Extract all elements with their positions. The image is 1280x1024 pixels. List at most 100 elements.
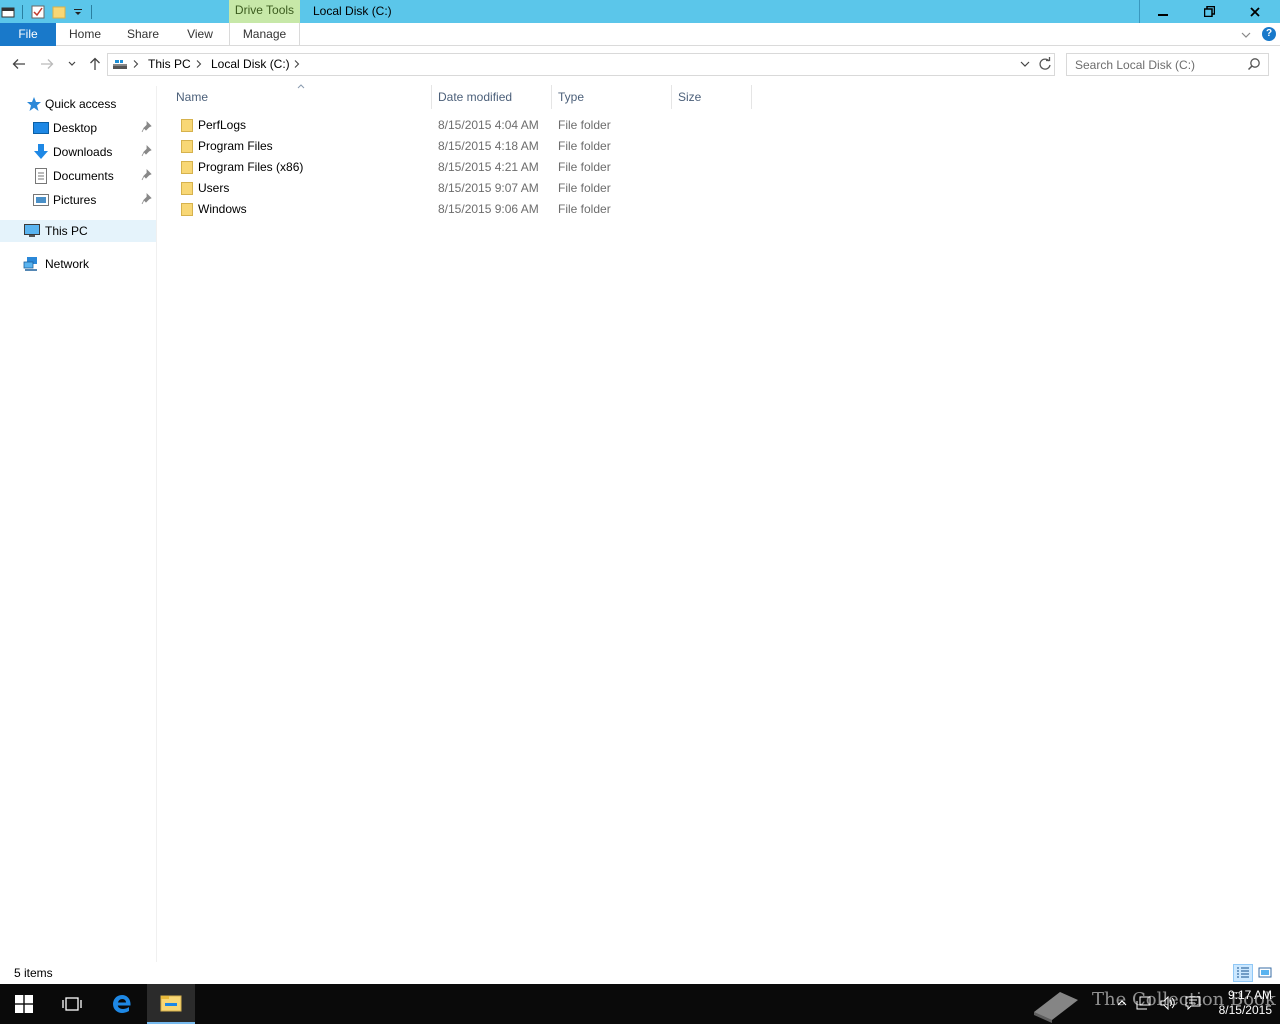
refresh-icon[interactable] xyxy=(1038,57,1052,71)
show-hidden-icons-icon[interactable] xyxy=(1116,998,1128,1008)
file-name: PerfLogs xyxy=(198,118,247,132)
up-arrow-icon xyxy=(90,57,100,70)
up-button[interactable] xyxy=(86,55,104,73)
column-header-date-modified[interactable]: Date modified xyxy=(432,85,552,109)
windows-start-icon xyxy=(15,995,33,1013)
file-explorer-taskbar-button[interactable] xyxy=(147,984,195,1024)
explorer-icon[interactable] xyxy=(0,0,16,23)
file-date: 8/15/2015 4:21 AM xyxy=(438,160,539,174)
forward-arrow-icon xyxy=(41,59,54,69)
tab-file[interactable]: File xyxy=(0,23,56,46)
task-view-button[interactable] xyxy=(48,984,96,1024)
tab-home[interactable]: Home xyxy=(60,23,110,46)
file-row[interactable]: Program Files 8/15/2015 4:18 AM File fol… xyxy=(170,136,752,157)
close-icon xyxy=(1250,6,1260,17)
folder-icon xyxy=(181,140,193,153)
file-row[interactable]: Program Files (x86) 8/15/2015 4:21 AM Fi… xyxy=(170,157,752,178)
desktop-icon xyxy=(33,122,49,134)
restore-button[interactable] xyxy=(1186,0,1232,23)
navigation-pane: Quick access Desktop Downloads Documents… xyxy=(0,86,157,962)
clock-time: 9:17 AM xyxy=(1227,988,1272,1002)
item-count: 5 items xyxy=(14,966,53,980)
tab-manage[interactable]: Manage xyxy=(229,23,300,46)
column-header-label: Size xyxy=(678,90,702,104)
pin-icon[interactable] xyxy=(141,121,153,133)
breadcrumb-local-disk[interactable]: Local Disk (C:) xyxy=(211,54,290,75)
network-tray-icon[interactable] xyxy=(1136,996,1152,1010)
nav-item-label: Quick access xyxy=(45,97,117,111)
column-header-size[interactable]: Size xyxy=(672,85,752,109)
folder-icon xyxy=(181,182,193,195)
chevron-right-icon[interactable] xyxy=(293,59,301,69)
back-button[interactable] xyxy=(10,55,28,73)
tab-share[interactable]: Share xyxy=(118,23,168,46)
file-type: File folder xyxy=(558,202,611,216)
column-header-type[interactable]: Type xyxy=(552,85,672,109)
nav-item-quick-access[interactable]: Quick access xyxy=(0,93,156,115)
large-icons-view-button[interactable] xyxy=(1255,964,1275,982)
minimize-icon xyxy=(1158,13,1168,16)
help-icon[interactable]: ? xyxy=(1262,27,1276,41)
pictures-icon xyxy=(33,194,49,206)
properties-icon[interactable] xyxy=(29,0,47,23)
action-center-icon[interactable] xyxy=(1185,996,1201,1010)
file-name: Program Files xyxy=(198,139,273,153)
file-row[interactable]: Users 8/15/2015 9:07 AM File folder xyxy=(170,178,752,199)
chevron-down-icon xyxy=(1241,32,1251,38)
expand-ribbon-button[interactable] xyxy=(1240,29,1252,43)
nav-item-this-pc[interactable]: This PC xyxy=(0,220,156,242)
file-type: File folder xyxy=(558,160,611,174)
drive-icon xyxy=(113,60,127,69)
clock-date: 8/15/2015 xyxy=(1218,1003,1272,1017)
start-button[interactable] xyxy=(0,984,48,1024)
star-icon xyxy=(27,97,41,111)
address-history-dropdown-icon[interactable] xyxy=(1019,59,1031,69)
documents-icon xyxy=(35,168,47,184)
nav-item-documents[interactable]: Documents xyxy=(0,165,156,187)
volume-icon[interactable] xyxy=(1160,996,1176,1010)
nav-item-downloads[interactable]: Downloads xyxy=(0,141,156,163)
taskbar: The Collection Book 9:17 AM 8/15/2015 xyxy=(0,984,1280,1024)
address-bar[interactable]: This PC Local Disk (C:) xyxy=(107,53,1055,76)
nav-item-label: Desktop xyxy=(53,121,98,135)
pin-icon[interactable] xyxy=(141,145,153,157)
window-title: Local Disk (C:) xyxy=(313,4,392,18)
task-view-icon xyxy=(62,997,82,1011)
taskbar-clock[interactable]: 9:17 AM 8/15/2015 xyxy=(1206,988,1272,1018)
breadcrumb-this-pc[interactable]: This PC xyxy=(148,54,191,75)
recent-locations-button[interactable] xyxy=(63,55,81,73)
nav-item-label: Downloads xyxy=(53,145,113,159)
download-arrow-icon xyxy=(34,144,48,159)
pin-icon[interactable] xyxy=(141,193,153,205)
search-icon[interactable] xyxy=(1247,57,1261,71)
minimize-button[interactable] xyxy=(1140,0,1186,23)
folder-icon xyxy=(181,119,193,132)
nav-item-pictures[interactable]: Pictures xyxy=(0,189,156,211)
file-explorer-icon xyxy=(160,995,182,1012)
title-bar: Drive Tools Local Disk (C:) xyxy=(0,0,1280,23)
nav-item-label: Network xyxy=(45,257,90,271)
nav-item-network[interactable]: Network xyxy=(0,253,156,275)
nav-item-desktop[interactable]: Desktop xyxy=(0,117,156,139)
file-date: 8/15/2015 4:18 AM xyxy=(438,139,539,153)
file-type: File folder xyxy=(558,139,611,153)
nav-item-label: This PC xyxy=(45,224,88,238)
file-row[interactable]: Windows 8/15/2015 9:06 AM File folder xyxy=(170,199,752,220)
nav-item-label: Pictures xyxy=(53,193,97,207)
file-type: File folder xyxy=(558,118,611,132)
file-name: Windows xyxy=(198,202,247,216)
edge-taskbar-button[interactable] xyxy=(98,984,146,1024)
close-button[interactable] xyxy=(1232,0,1278,23)
pin-icon[interactable] xyxy=(141,169,153,181)
search-box[interactable] xyxy=(1066,53,1269,76)
file-row[interactable]: PerfLogs 8/15/2015 4:04 AM File folder xyxy=(170,115,752,136)
tab-view[interactable]: View xyxy=(178,23,222,46)
file-name: Program Files (x86) xyxy=(198,160,304,174)
forward-button[interactable] xyxy=(38,55,56,73)
folder-icon xyxy=(181,203,193,216)
details-view-button[interactable] xyxy=(1233,964,1253,982)
restore-icon xyxy=(1203,6,1215,17)
customize-qat-icon[interactable] xyxy=(71,0,85,23)
new-folder-icon[interactable] xyxy=(49,0,69,23)
search-input[interactable] xyxy=(1067,54,1247,75)
